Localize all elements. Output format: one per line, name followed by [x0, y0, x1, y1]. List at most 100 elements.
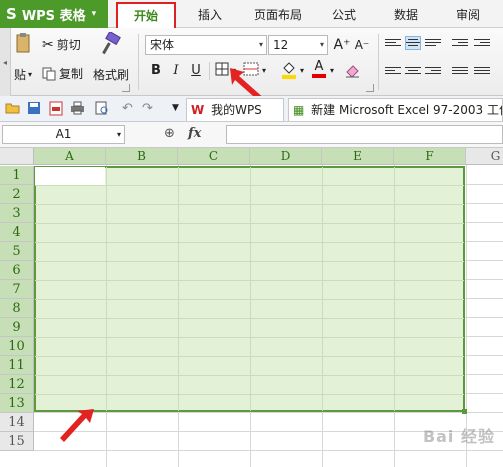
print-preview-icon[interactable] [94, 101, 109, 116]
ribbon-scroll-left-button[interactable]: ◂ [0, 28, 11, 96]
font-name-select[interactable]: 宋体 ▾ [145, 35, 267, 55]
column-header-c[interactable]: C [178, 148, 250, 165]
grow-font-button[interactable]: A⁺ [333, 36, 351, 54]
paste-button[interactable] [16, 32, 30, 54]
tab-data[interactable]: 数据 [384, 0, 428, 28]
row-header-8[interactable]: 8 [0, 299, 34, 318]
name-box[interactable]: A1 ▾ [2, 125, 125, 144]
wps-logo-icon: S [6, 5, 17, 23]
fill-color-button[interactable] [280, 60, 298, 79]
paint-bucket-icon [282, 62, 296, 79]
row-header-14[interactable]: 14 [0, 413, 34, 432]
align-left-icon[interactable] [385, 65, 401, 79]
row-header-11[interactable]: 11 [0, 356, 34, 375]
active-cell-a1[interactable] [35, 167, 105, 185]
fill-color-dropdown[interactable]: ▾ [297, 62, 307, 80]
tab-review[interactable]: 审阅 [446, 0, 490, 28]
quick-access-toolbar: ↶ ↷ ▼ W 我的WPS ▦ 新建 Microsoft Excel 97-20… [0, 96, 503, 122]
select-all-corner[interactable] [0, 148, 34, 165]
annotation-arrow-icon [60, 409, 94, 442]
chevron-down-icon: ▾ [319, 40, 324, 49]
row-header-9[interactable]: 9 [0, 318, 34, 337]
row-header-13[interactable]: 13 [0, 394, 34, 413]
column-header-e[interactable]: E [322, 148, 394, 165]
cut-button[interactable]: ✂ 剪切 [42, 36, 81, 53]
grid-line [35, 375, 464, 376]
paste-icon [16, 33, 30, 53]
tab-my-wps[interactable]: W 我的WPS [186, 98, 284, 121]
font-color-letter: A [314, 59, 324, 74]
clipboard-dialog-launcher[interactable] [122, 84, 130, 92]
row-header-5[interactable]: 5 [0, 242, 34, 261]
tab-formulas[interactable]: 公式 [322, 0, 366, 28]
tab-workbook-label: 新建 Microsoft Excel 97-2003 工作 [311, 103, 503, 117]
copy-button[interactable]: 复制 [42, 65, 83, 82]
tab-home[interactable]: 开始 [116, 2, 176, 29]
export-pdf-icon[interactable] [48, 101, 63, 116]
italic-button[interactable]: I [167, 62, 185, 80]
paste-dropdown[interactable]: 贴 ▾ [14, 66, 32, 83]
row-header-6[interactable]: 6 [0, 261, 34, 280]
fill-handle[interactable] [462, 409, 467, 414]
font-size-select[interactable]: 12 ▾ [268, 35, 328, 55]
grid-line [35, 280, 464, 281]
column-header-f[interactable]: F [394, 148, 466, 165]
font-dialog-launcher[interactable] [366, 84, 374, 92]
font-color-dropdown[interactable]: ▾ [327, 62, 337, 80]
print-icon[interactable] [70, 101, 85, 116]
row-header-2[interactable]: 2 [0, 185, 34, 204]
increase-indent-icon[interactable] [474, 37, 490, 51]
save-icon[interactable] [26, 101, 41, 116]
grow-font-icon: A⁺ [333, 37, 351, 53]
shrink-font-button[interactable]: A⁻ [353, 36, 371, 54]
grid-line [34, 450, 503, 451]
clear-format-button[interactable] [343, 62, 361, 80]
column-header-a[interactable]: A [34, 148, 106, 165]
wps-app-button[interactable]: S WPS 表格 ▾ [0, 0, 108, 28]
underline-button[interactable]: U [187, 62, 205, 80]
font-color-button[interactable]: A [310, 60, 328, 78]
redo-icon[interactable]: ↷ [140, 101, 155, 116]
paste-label: 贴 [14, 68, 27, 82]
decrease-indent-icon[interactable] [452, 37, 468, 51]
column-header-d[interactable]: D [250, 148, 322, 165]
chevron-down-icon: ▾ [91, 9, 97, 19]
row-header-7[interactable]: 7 [0, 280, 34, 299]
grid-line [35, 185, 464, 186]
open-folder-icon[interactable] [5, 101, 20, 116]
grid-line [35, 337, 464, 338]
formula-input[interactable] [226, 125, 503, 144]
row-header-12[interactable]: 12 [0, 375, 34, 394]
zoom-formula-icon[interactable]: ⊕ [164, 126, 175, 141]
wps-logo-icon: W [191, 103, 205, 117]
customize-toolbar-icon[interactable]: ▼ [168, 101, 183, 116]
format-painter-label: 格式刷 [93, 68, 130, 82]
column-header-g[interactable]: G [466, 148, 503, 165]
row-header-15[interactable]: 15 [0, 432, 34, 451]
distributed-icon[interactable] [474, 65, 490, 79]
tab-workbook[interactable]: ▦ 新建 Microsoft Excel 97-2003 工作 [288, 98, 503, 121]
row-header-1[interactable]: 1 [0, 166, 34, 185]
copy-label: 复制 [59, 67, 84, 81]
row-header-4[interactable]: 4 [0, 223, 34, 242]
insert-function-button[interactable]: fx [188, 126, 201, 141]
row-header-3[interactable]: 3 [0, 204, 34, 223]
align-middle-icon[interactable] [405, 36, 421, 50]
app-button-label: WPS 表格 [21, 8, 86, 24]
tab-insert[interactable]: 插入 [186, 0, 234, 28]
column-header-b[interactable]: B [106, 148, 178, 165]
grid-line [35, 299, 464, 300]
align-top-icon[interactable] [385, 37, 401, 51]
align-bottom-icon[interactable] [425, 37, 441, 51]
grid-line [35, 394, 464, 395]
align-right-icon[interactable] [425, 65, 441, 79]
bold-button[interactable]: B [147, 62, 165, 80]
format-painter-button[interactable]: 格式刷 [93, 66, 129, 83]
row-header-10[interactable]: 10 [0, 337, 34, 356]
separator [209, 62, 210, 80]
undo-icon[interactable]: ↶ [120, 101, 135, 116]
tab-page-layout[interactable]: 页面布局 [244, 0, 312, 28]
align-center-icon[interactable] [405, 65, 421, 79]
format-painter-icon[interactable] [100, 32, 122, 56]
justify-icon[interactable] [452, 65, 468, 79]
